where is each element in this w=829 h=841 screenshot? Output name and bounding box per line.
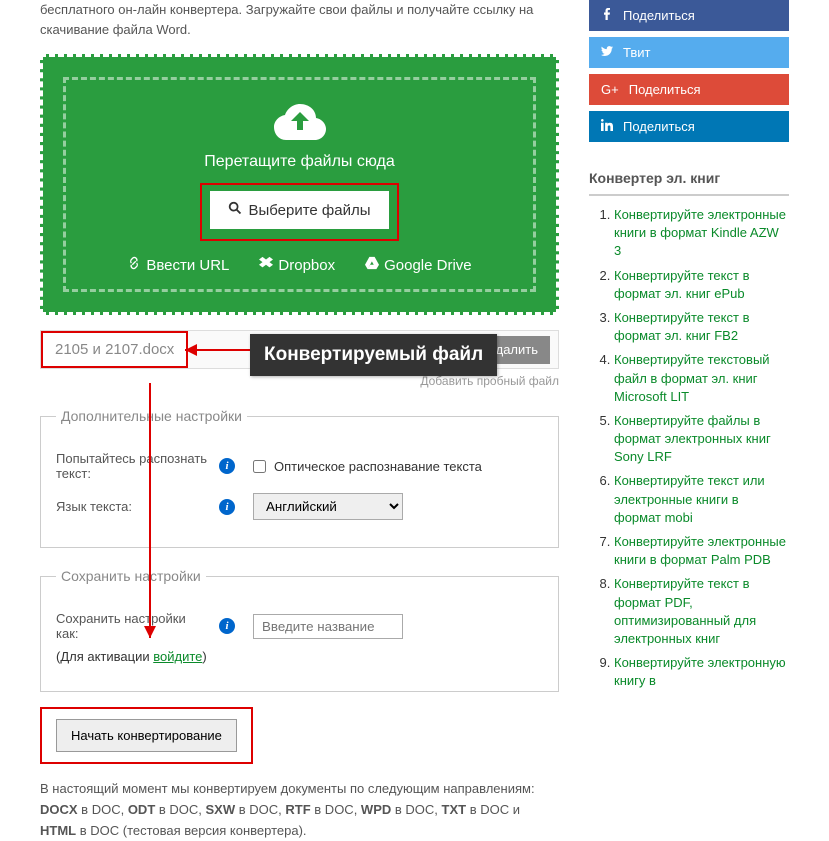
select-files-label: Выберите файлы <box>248 202 370 219</box>
filename: 2105 и 2107.docx <box>41 331 188 368</box>
gdrive-link[interactable]: Google Drive <box>365 256 472 274</box>
intro-text: бесплатного он-лайн конвертера. Загружай… <box>40 0 559 39</box>
additional-settings-fieldset: Дополнительные настройки Попытайтесь рас… <box>40 408 559 548</box>
ebook-link[interactable]: Конвертируйте текст или электронные книг… <box>614 473 765 524</box>
ebook-link[interactable]: Конвертируйте файлы в формат электронных… <box>614 413 771 464</box>
activation-text: (Для активации войдите) <box>56 649 207 664</box>
settings-legend: Дополнительные настройки <box>56 408 247 424</box>
sidebar-heading: Конвертер эл. книг <box>589 162 789 196</box>
dropzone[interactable]: Перетащите файлы сюда Выберите файлы Вве… <box>40 54 559 315</box>
ebook-link[interactable]: Конвертируйте текстовый файл в формат эл… <box>614 352 770 403</box>
source-links: Ввести URL Dropbox Google Drive <box>66 256 533 274</box>
gdrive-icon <box>365 256 379 274</box>
lang-label: Язык текста: <box>56 499 211 514</box>
upload-cloud-icon <box>66 100 533 143</box>
ocr-label: Попытайтесь распознать текст: <box>56 451 211 481</box>
googleplus-icon: G+ <box>601 82 619 97</box>
ebook-link[interactable]: Конвертируйте текст в формат эл. книг FB… <box>614 310 749 343</box>
save-name-input[interactable] <box>253 614 403 639</box>
drag-text: Перетащите файлы сюда <box>66 153 533 171</box>
save-label: Сохранить настройки как: <box>56 611 211 641</box>
share-linkedin-button[interactable]: Поделиться <box>589 111 789 142</box>
info-icon[interactable]: i <box>219 458 235 474</box>
dropbox-icon <box>259 256 273 274</box>
callout-tooltip: Конвертируемый файл <box>250 334 497 376</box>
gdrive-label: Google Drive <box>384 257 472 274</box>
select-files-button[interactable]: Выберите файлы <box>210 191 388 229</box>
dropzone-inner: Перетащите файлы сюда Выберите файлы Вве… <box>63 77 536 292</box>
link-icon <box>127 256 141 274</box>
url-label: Ввести URL <box>146 257 229 274</box>
highlight-box-select: Выберите файлы <box>200 183 398 241</box>
highlight-box-start: Начать конвертирование <box>40 707 253 764</box>
info-icon[interactable]: i <box>219 618 235 634</box>
facebook-icon <box>601 8 613 23</box>
share-facebook-button[interactable]: Поделиться <box>589 0 789 31</box>
add-trial-file[interactable]: Добавить пробный файл <box>40 374 559 388</box>
ocr-checkbox[interactable] <box>253 460 266 473</box>
search-icon <box>228 201 242 219</box>
ebook-link[interactable]: Конвертируйте электронную книгу в <box>614 655 786 688</box>
dropbox-label: Dropbox <box>278 257 335 274</box>
linkedin-icon <box>601 119 613 134</box>
twitter-icon <box>601 45 613 60</box>
ebook-link[interactable]: Конвертируйте электронные книги в формат… <box>614 207 786 258</box>
save-legend: Сохранить настройки <box>56 568 206 584</box>
ebook-link[interactable]: Конвертируйте электронные книги в формат… <box>614 534 786 567</box>
dropbox-link[interactable]: Dropbox <box>259 256 335 274</box>
ebook-link[interactable]: Конвертируйте текст в формат PDF, оптими… <box>614 576 756 646</box>
language-select[interactable]: Английский <box>253 493 403 520</box>
ocr-checkbox-label: Оптическое распознавание текста <box>274 459 482 474</box>
save-settings-fieldset: Сохранить настройки Сохранить настройки … <box>40 568 559 692</box>
footer-text: В настоящий момент мы конвертируем докум… <box>40 779 559 841</box>
start-convert-button[interactable]: Начать конвертирование <box>56 719 237 752</box>
ebook-link[interactable]: Конвертируйте текст в формат эл. книг eP… <box>614 268 749 301</box>
enter-url-link[interactable]: Ввести URL <box>127 256 229 274</box>
login-link[interactable]: войдите <box>153 649 202 664</box>
share-googleplus-button[interactable]: G+ Поделиться <box>589 74 789 105</box>
share-twitter-button[interactable]: Твит <box>589 37 789 68</box>
ebook-converter-list: Конвертируйте электронные книги в формат… <box>589 206 789 691</box>
info-icon[interactable]: i <box>219 499 235 515</box>
